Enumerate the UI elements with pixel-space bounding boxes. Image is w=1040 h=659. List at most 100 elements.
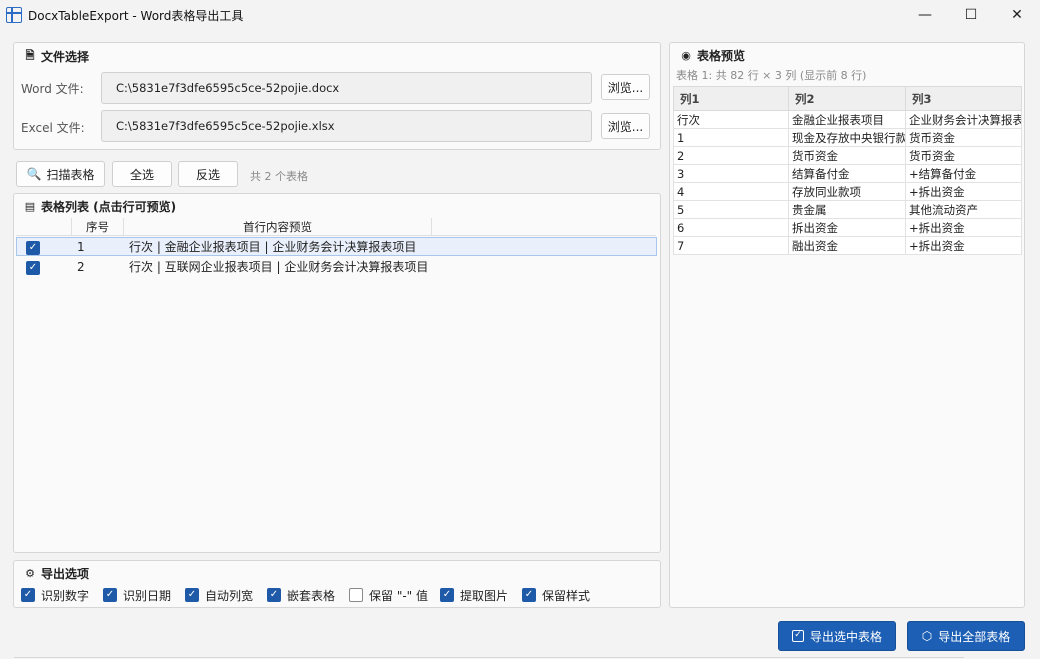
- preview-info-text: 表格 1: 共 82 行 × 3 列 (显示前 8 行): [676, 69, 867, 82]
- preview-row: 行次金融企业报表项目企业财务会计决算报表项目: [673, 110, 1022, 129]
- row-index: 2: [77, 259, 85, 274]
- export-all-label: 导出全部表格: [938, 629, 1011, 644]
- preview-cell: +拆出资金: [905, 182, 1022, 201]
- export-selected-label: 导出选中表格: [809, 629, 882, 644]
- document-icon: 🗎: [25, 49, 35, 62]
- row-checkbox[interactable]: ✓: [26, 260, 40, 275]
- option-checkbox[interactable]: ✓: [185, 588, 199, 602]
- scan-label: 扫描表格: [46, 167, 95, 182]
- excel-browse-button[interactable]: 浏览...: [601, 113, 650, 139]
- close-button[interactable]: ✕: [994, 0, 1040, 30]
- preview-cell: 金融企业报表项目: [788, 110, 906, 129]
- option-nested-tables[interactable]: ✓ 嵌套表格: [267, 587, 335, 603]
- preview-row: 6 拆出资金 +拆出资金: [673, 218, 1022, 237]
- minimize-button[interactable]: —: [902, 0, 948, 30]
- preview-cell: 企业财务会计决算报表项目: [905, 110, 1022, 129]
- scan-tables-button[interactable]: 🔍 扫描表格: [16, 161, 105, 187]
- preview-row: 7 融出资金 +拆出资金: [673, 236, 1022, 255]
- preview-row: 2 货币资金 货币资金: [673, 146, 1022, 165]
- table-count-text: 共 2 个表格: [250, 170, 308, 183]
- option-checkbox[interactable]: ✓: [349, 588, 363, 602]
- preview-cell: 结算备付金: [788, 164, 906, 183]
- app-table-icon: [6, 7, 22, 23]
- option-checkbox[interactable]: ✓: [103, 588, 117, 602]
- excel-file-label: Excel 文件:: [21, 121, 85, 135]
- maximize-button[interactable]: ☐: [948, 0, 994, 30]
- window-title: DocxTableExport - Word表格导出工具: [28, 8, 244, 23]
- option-checkbox[interactable]: ✓: [522, 588, 536, 602]
- option-keep-styles[interactable]: ✓ 保留样式: [522, 587, 590, 603]
- option-checkbox[interactable]: ✓: [267, 588, 281, 602]
- table-row[interactable]: ✓ 1 行次 | 金融企业报表项目 | 企业财务会计决算报表项目: [16, 237, 657, 256]
- preview-cell: 货币资金: [905, 128, 1022, 147]
- preview-cell: 存放同业款项: [788, 182, 906, 201]
- settings-icon: ⚙: [25, 567, 35, 580]
- word-file-label: Word 文件:: [21, 82, 84, 96]
- window-controls: — ☐ ✕: [902, 0, 1040, 30]
- header-preview[interactable]: 首行内容预览: [124, 218, 432, 236]
- checkbox-icon: ✓: [791, 630, 804, 642]
- preview-cell: 4: [673, 182, 789, 201]
- preview-cell: 现金及存放中央银行款项: [788, 128, 906, 147]
- preview-row: 1现金及存放中央银行款项货币资金: [673, 128, 1022, 147]
- row-preview: 行次 | 金融企业报表项目 | 企业财务会计决算报表项目: [129, 240, 417, 254]
- preview-row: 4 存放同业款项 +拆出资金: [673, 182, 1022, 201]
- preview-cell: 7: [673, 236, 789, 255]
- preview-cell: 货币资金: [788, 146, 906, 165]
- cube-icon: ⬡: [921, 629, 933, 643]
- preview-cell: 其他流动资产: [905, 200, 1022, 219]
- option-checkbox[interactable]: ✓: [21, 588, 35, 602]
- preview-cell: 融出资金: [788, 236, 906, 255]
- preview-table: 列1 列2 列3 行次金融企业报表项目企业财务会计决算报表项目 1现金及存放中央…: [673, 86, 1022, 255]
- minimize-icon: —: [918, 7, 932, 23]
- option-checkbox[interactable]: ✓: [440, 588, 454, 602]
- header-checkbox-col: [16, 218, 72, 236]
- option-recognize-dates[interactable]: ✓ 识别日期: [103, 587, 171, 603]
- file-select-title: 🗎 文件选择: [25, 49, 90, 64]
- excel-path-field[interactable]: C:\5831e7f3dfe6595c5ce-52pojie.xlsx: [101, 110, 592, 142]
- preview-col-header: 列3: [905, 86, 1022, 111]
- preview-header-row: 列1 列2 列3: [673, 86, 1022, 111]
- word-path-field[interactable]: C:\5831e7f3dfe6595c5ce-52pojie.docx: [101, 72, 592, 104]
- preview-row: 5 贵金属 其他流动资产: [673, 200, 1022, 219]
- word-browse-button[interactable]: 浏览...: [601, 74, 650, 100]
- preview-row: 3 结算备付金 +结算备付金: [673, 164, 1022, 183]
- eye-icon: ◉: [681, 49, 691, 62]
- preview-cell: +拆出资金: [905, 218, 1022, 237]
- preview-cell: 贵金属: [788, 200, 906, 219]
- header-index[interactable]: 序号: [72, 218, 124, 236]
- maximize-icon: ☐: [964, 7, 978, 23]
- status-divider: [14, 657, 964, 658]
- preview-cell: 2: [673, 146, 789, 165]
- export-options-title: ⚙ 导出选项: [25, 567, 90, 581]
- row-checkbox[interactable]: ✓: [26, 240, 40, 255]
- option-auto-column-width[interactable]: ✓ 自动列宽: [185, 587, 253, 603]
- title-bar: DocxTableExport - Word表格导出工具 — ☐ ✕: [0, 0, 1040, 30]
- table-list-header: 序号 首行内容预览: [16, 218, 656, 236]
- export-selected-button[interactable]: ✓ 导出选中表格: [778, 621, 896, 651]
- select-all-button[interactable]: 全选: [112, 161, 172, 187]
- list-icon: ▤: [24, 200, 36, 213]
- preview-cell: 行次: [673, 110, 789, 129]
- close-icon: ✕: [1011, 7, 1023, 23]
- option-keep-dash-values[interactable]: ✓保留 "-" 值: [349, 587, 428, 603]
- table-list-title: ▤ 表格列表 (点击行可预览): [24, 200, 177, 214]
- row-preview: 行次 | 互联网企业报表项目 | 企业财务会计决算报表项目: [129, 260, 429, 274]
- row-index: 1: [77, 239, 85, 254]
- table-preview-title: ◉ 表格预览: [681, 49, 746, 63]
- preview-cell: +结算备付金: [905, 164, 1022, 183]
- option-recognize-numbers[interactable]: ✓ 识别数字: [21, 587, 89, 603]
- preview-cell: 1: [673, 128, 789, 147]
- preview-col-header: 列1: [673, 86, 789, 111]
- preview-col-header: 列2: [788, 86, 906, 111]
- option-extract-images[interactable]: ✓ 提取图片: [440, 587, 508, 603]
- magnifier-icon: 🔍: [26, 167, 42, 181]
- preview-cell: 3: [673, 164, 789, 183]
- preview-cell: 货币资金: [905, 146, 1022, 165]
- table-row[interactable]: ✓ 2 行次 | 互联网企业报表项目 | 企业财务会计决算报表项目: [16, 257, 657, 276]
- preview-cell: 5: [673, 200, 789, 219]
- invert-selection-button[interactable]: 反选: [178, 161, 238, 187]
- export-all-button[interactable]: ⬡ 导出全部表格: [907, 621, 1025, 651]
- preview-cell: +拆出资金: [905, 236, 1022, 255]
- preview-cell: 6: [673, 218, 789, 237]
